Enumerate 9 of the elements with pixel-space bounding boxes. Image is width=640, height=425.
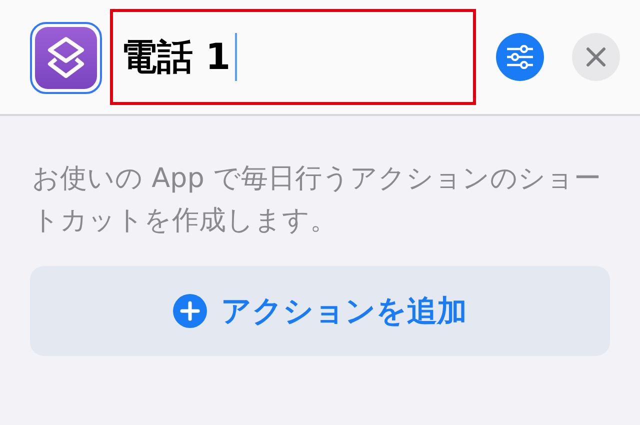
close-icon xyxy=(586,47,606,67)
plus-icon xyxy=(173,294,207,328)
close-button[interactable] xyxy=(572,33,620,81)
settings-button[interactable] xyxy=(496,33,544,81)
sliders-icon xyxy=(506,45,534,69)
layers-icon xyxy=(47,36,85,80)
shortcut-name-field[interactable]: 電話 1 xyxy=(110,9,476,105)
description-text: お使いの App で毎日行うアクションのショートカットを作成します。 xyxy=(32,162,602,238)
shortcut-icon-button[interactable] xyxy=(30,22,102,94)
